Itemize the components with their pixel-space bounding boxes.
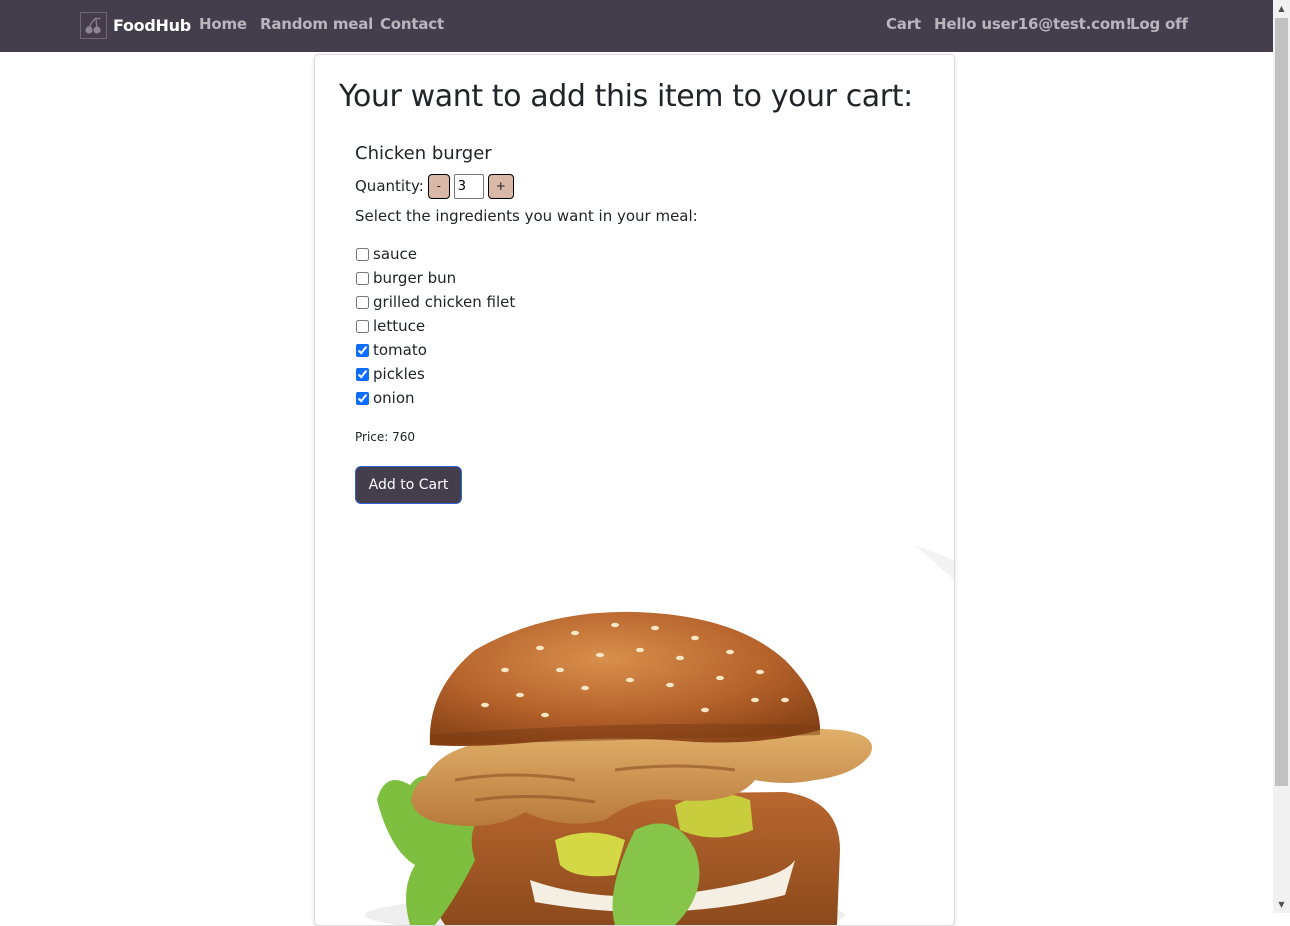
ingredient-label: pickles	[373, 365, 425, 383]
page-heading: Your want to add this item to your cart:	[339, 79, 913, 114]
ingredient-checkbox[interactable]	[356, 367, 369, 381]
quantity-label: Quantity:	[355, 177, 424, 195]
ingredient-item[interactable]: sauce	[355, 242, 515, 266]
ingredient-label: sauce	[373, 245, 417, 263]
quantity-row: Quantity: - +	[355, 173, 514, 199]
ingredients-instruction: Select the ingredients you want in your …	[355, 207, 698, 225]
ingredient-checkbox[interactable]	[356, 343, 369, 357]
price-text: Price: 760	[355, 430, 416, 444]
ingredient-item[interactable]: grilled chicken filet	[355, 290, 515, 314]
quantity-decrease-button[interactable]: -	[427, 173, 450, 199]
add-to-cart-button[interactable]: Add to Cart	[355, 466, 462, 504]
ingredient-item[interactable]: tomato	[355, 338, 515, 362]
ingredient-checkbox[interactable]	[356, 391, 369, 405]
cherry-logo-icon	[80, 12, 107, 39]
ingredient-label: lettuce	[373, 317, 426, 335]
scroll-down-arrow-icon[interactable]: ▼	[1273, 896, 1290, 913]
quantity-increase-button[interactable]: +	[487, 173, 514, 199]
page-scrollbar[interactable]: ▲ ▼	[1273, 0, 1290, 913]
nav-log-off-link[interactable]: Log off	[1130, 15, 1188, 33]
quantity-input[interactable]	[453, 173, 484, 199]
top-navbar: FoodHub Home Random meal Contact Cart He…	[0, 0, 1273, 52]
scroll-up-arrow-icon[interactable]: ▲	[1273, 0, 1290, 17]
ingredient-item[interactable]: onion	[355, 386, 515, 410]
brand-name: FoodHub	[113, 16, 191, 35]
ingredient-item[interactable]: pickles	[355, 362, 515, 386]
ingredient-checkbox[interactable]	[356, 295, 369, 309]
ingredient-checkbox[interactable]	[356, 271, 369, 285]
ingredient-label: onion	[373, 389, 415, 407]
ingredient-label: tomato	[373, 341, 427, 359]
ingredients-list: sauce burger bun grilled chicken filet l…	[355, 242, 515, 410]
brand-link[interactable]: FoodHub	[80, 11, 191, 40]
ingredient-checkbox[interactable]	[356, 319, 369, 333]
nav-home-link[interactable]: Home	[199, 15, 247, 33]
ingredient-item[interactable]: burger bun	[355, 266, 515, 290]
chicken-burger-image	[365, 545, 954, 925]
ingredient-label: burger bun	[373, 269, 457, 287]
ingredient-item[interactable]: lettuce	[355, 314, 515, 338]
nav-user-greeting-link[interactable]: Hello user16@test.com!	[934, 15, 1132, 33]
nav-contact-link[interactable]: Contact	[380, 15, 444, 33]
item-name: Chicken burger	[355, 143, 492, 164]
ingredient-label: grilled chicken filet	[373, 293, 516, 311]
scrollbar-thumb[interactable]	[1275, 18, 1288, 786]
nav-cart-link[interactable]: Cart	[886, 15, 921, 33]
ingredient-checkbox[interactable]	[356, 247, 369, 261]
nav-random-meal-link[interactable]: Random meal	[260, 15, 373, 33]
add-to-cart-card: Your want to add this item to your cart:…	[314, 54, 955, 926]
